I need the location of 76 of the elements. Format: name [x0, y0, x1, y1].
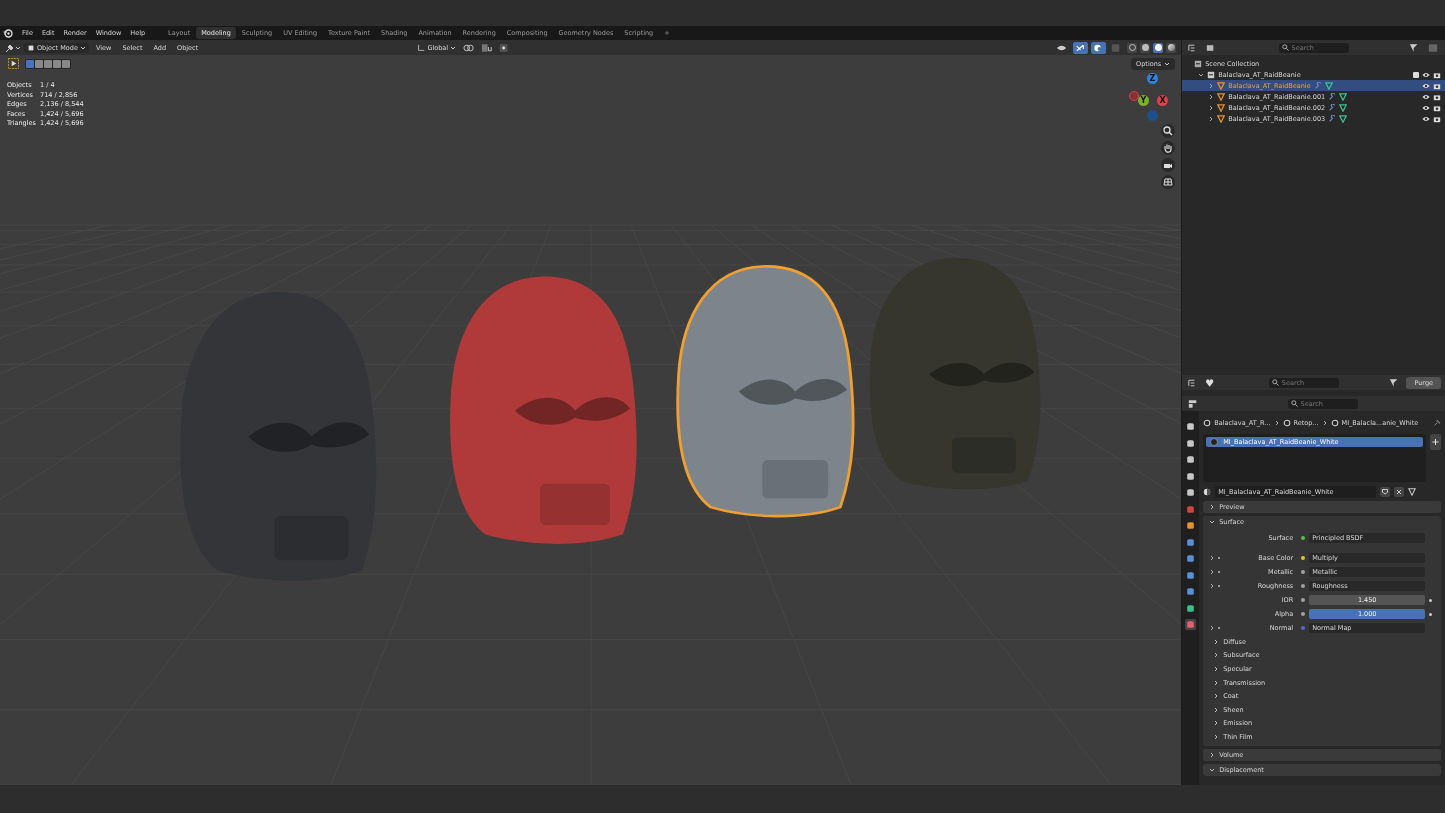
- properties-tab-icon[interactable]: [1185, 586, 1197, 597]
- axes-icon: [417, 43, 426, 52]
- collection-icon: [1207, 70, 1216, 79]
- wrench-icon: [1328, 114, 1337, 123]
- breadcrumb-icon: [1330, 419, 1339, 427]
- caret-icon: [79, 44, 86, 51]
- app-logo-icon[interactable]: [3, 28, 13, 38]
- properties-tab-icon[interactable]: [1185, 520, 1197, 531]
- wrench-icon: [1328, 103, 1337, 112]
- axis-z-handle[interactable]: Z: [1147, 73, 1158, 84]
- camera-icon[interactable]: [1161, 158, 1175, 172]
- select-mode-button[interactable]: [26, 59, 34, 68]
- camera-icon[interactable]: [1433, 70, 1441, 79]
- material-sphere-icon[interactable]: [1203, 488, 1212, 496]
- axis-y-handle[interactable]: Y: [1138, 95, 1149, 106]
- chevron-icon: [1273, 420, 1280, 426]
- chevron-icon: [1321, 420, 1328, 426]
- properties-tab-icon[interactable]: [1185, 487, 1197, 498]
- close-icon[interactable]: [1394, 487, 1405, 497]
- chevron-icon: [1209, 519, 1216, 525]
- search-icon: [1281, 44, 1289, 51]
- chevron-icon: [1209, 766, 1216, 773]
- search-icon: [1290, 400, 1298, 407]
- properties-tab-icon[interactable]: [1185, 421, 1197, 432]
- select-mode-button[interactable]: [44, 59, 52, 68]
- properties-tab-icon[interactable]: [1185, 602, 1197, 614]
- hand-icon[interactable]: [1161, 141, 1175, 155]
- expand-arrow-icon[interactable]: [1209, 569, 1222, 575]
- camera-icon[interactable]: [1433, 81, 1441, 90]
- shading-mode-button[interactable]: [1153, 42, 1164, 53]
- select-mode-button[interactable]: [62, 59, 70, 68]
- wrench-icon: [1313, 81, 1322, 90]
- wrench-icon: [1328, 92, 1337, 101]
- properties-tab-icon[interactable]: [1185, 569, 1197, 581]
- caret-icon: [1164, 61, 1171, 67]
- eye-icon[interactable]: [1422, 70, 1430, 79]
- axis-neg-x-handle[interactable]: [1129, 91, 1139, 101]
- camera-icon[interactable]: [1433, 92, 1441, 101]
- editor-type-icon[interactable]: [5, 42, 21, 53]
- overlay-toggle-icon[interactable]: [1091, 41, 1107, 54]
- breadcrumb-icon: [1282, 419, 1291, 427]
- axis-x-handle[interactable]: X: [1157, 95, 1168, 106]
- caret-icon: [450, 44, 457, 51]
- properties-tab-icon[interactable]: [1185, 437, 1197, 449]
- select-mode-button[interactable]: [53, 59, 61, 68]
- properties-tab-icon[interactable]: [1185, 619, 1197, 630]
- exclude-checkbox[interactable]: [1413, 71, 1419, 78]
- properties-tab-icon[interactable]: [1185, 470, 1197, 482]
- eye-icon[interactable]: [1422, 92, 1430, 101]
- camera-icon[interactable]: [1433, 103, 1441, 112]
- gizmo-toggle-icon[interactable]: [1073, 41, 1089, 54]
- eye-icon[interactable]: [1422, 114, 1430, 123]
- eye-icon[interactable]: [1422, 103, 1430, 112]
- expand-arrow-icon[interactable]: [1209, 625, 1222, 631]
- properties-tab-icon[interactable]: [1185, 536, 1197, 548]
- select-mode-button[interactable]: [35, 59, 43, 68]
- properties-tab-icon[interactable]: [1185, 454, 1197, 465]
- shield-icon[interactable]: [1380, 487, 1391, 497]
- expand-arrow-icon[interactable]: [1209, 583, 1222, 589]
- chevron-icon: [1209, 751, 1216, 758]
- search-icon: [1271, 379, 1279, 386]
- select-tool-icon[interactable]: [8, 58, 19, 69]
- axis-neg-z-handle[interactable]: [1147, 110, 1158, 121]
- eye-icon[interactable]: [1422, 81, 1430, 90]
- grid-icon[interactable]: [1161, 175, 1175, 189]
- properties-tab-icon[interactable]: [1185, 553, 1197, 564]
- zoom-icon[interactable]: [1161, 124, 1175, 138]
- shading-mode-button[interactable]: [1140, 42, 1151, 53]
- camera-icon[interactable]: [1433, 114, 1441, 123]
- chevron-icon: [1209, 504, 1216, 510]
- breadcrumb-icon: [1203, 419, 1212, 427]
- collection-icon: [1194, 59, 1203, 68]
- expand-arrow-icon[interactable]: [1209, 555, 1222, 561]
- add-slot-icon[interactable]: [1430, 434, 1441, 450]
- shading-mode-button[interactable]: [1166, 42, 1177, 53]
- pin-icon[interactable]: [1433, 419, 1441, 427]
